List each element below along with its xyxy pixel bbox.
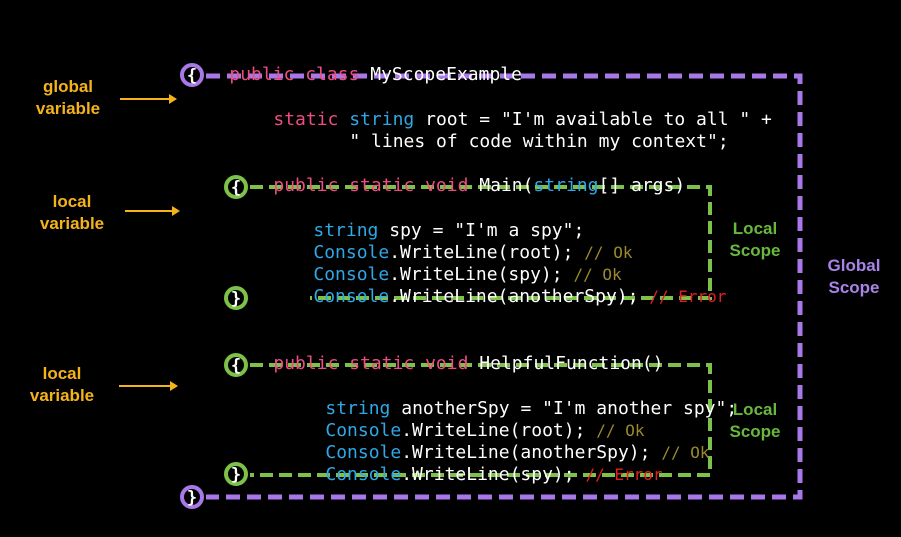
helper-line-4-text: .WriteLine(spy); [401,464,575,485]
main-line-4-comment: // Error [649,287,727,306]
global-variable-arrow-icon [120,94,177,104]
local-scope-label-2-line-2: Scope [729,422,781,441]
global-variable-label: global variable [18,76,118,120]
main-line-4: Console.WriteLine(anotherSpy); // Error [270,264,726,330]
local-variable-label-1-line-1: local [52,192,92,211]
helper-keywords: public static void [273,353,469,374]
main-keywords: public static void [273,175,469,196]
global-close-brace-icon: } [180,485,204,509]
main-line-4-type: Console [313,286,390,307]
main-close-brace-icon: } [224,286,248,310]
global-scope-label: Global Scope [812,255,896,299]
local-variable-label-2-line-1: local [42,364,82,383]
main-open-brace-icon: { [224,175,248,199]
helper-line-4-comment: // Error [585,465,663,484]
local-variable-label-1-line-2: variable [39,214,105,233]
global-scope-label-line-1: Global [827,256,881,275]
local-scope-label-2: Local Scope [715,399,795,443]
class-name: MyScopeExample [370,64,522,85]
main-params: [] args) [598,175,686,196]
helper-name: HelpfulFunction() [479,353,664,374]
scope-diagram: public class MyScopeExample static strin… [0,0,901,537]
local-scope-label-1: Local Scope [715,218,795,262]
main-line-4-text: .WriteLine(anotherSpy); [389,286,639,307]
global-scope-label-line-2: Scope [828,278,880,297]
global-open-brace-icon: { [180,63,204,87]
helper-open-brace-icon: { [224,353,248,377]
global-variable-label-line-2: variable [35,99,101,118]
local-variable-label-1: local variable [22,191,122,235]
helper-line-3-comment: // Ok [661,443,710,462]
local-variable-label-2: local variable [12,363,112,407]
helper-close-brace-icon: } [224,462,248,486]
local-variable-arrow-1-icon [125,206,180,216]
local-variable-arrow-2-icon [119,381,178,391]
local-scope-label-1-line-2: Scope [729,241,781,260]
main-param-type: string [533,175,599,196]
class-keyword: public class [229,64,360,85]
global-variable-label-line-1: global [42,77,94,96]
root-continuation-text: " lines of code within my context"; [349,131,729,152]
helper-line-4-type: Console [325,464,402,485]
local-variable-label-2-line-2: variable [29,386,95,405]
main-name: Main( [479,175,534,196]
helper-line-4: Console.WriteLine(spy); // Error [282,442,663,508]
local-scope-label-1-line-1: Local [732,219,778,238]
local-scope-label-2-line-1: Local [732,400,778,419]
